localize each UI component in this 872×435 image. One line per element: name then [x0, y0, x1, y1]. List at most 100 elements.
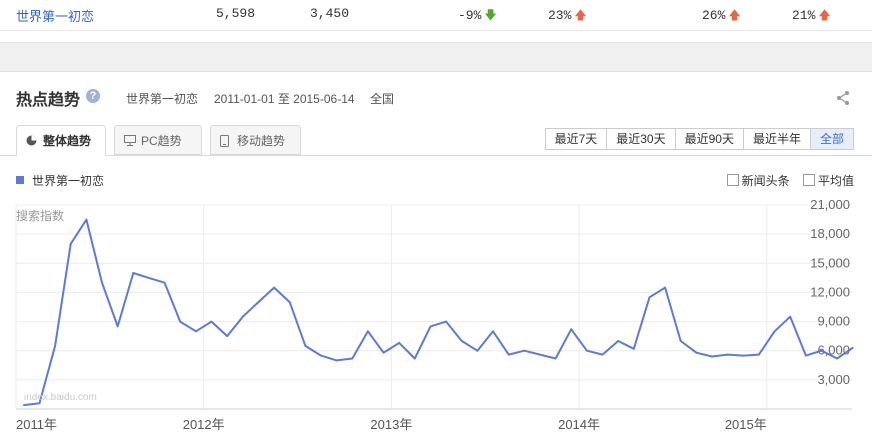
data-point[interactable] [492, 330, 494, 333]
data-point[interactable] [632, 347, 635, 350]
pct-3-text: 26% [702, 8, 726, 23]
data-point[interactable] [586, 349, 588, 352]
data-point[interactable] [398, 342, 401, 344]
data-point[interactable] [429, 325, 432, 328]
data-point[interactable] [22, 404, 25, 406]
data-point[interactable] [241, 315, 244, 318]
data-point[interactable] [570, 328, 573, 331]
data-point[interactable] [726, 353, 729, 356]
data-point[interactable] [648, 296, 651, 299]
watermark: index.baidu.com [24, 392, 97, 403]
data-point[interactable] [554, 357, 557, 360]
arrow-up-icon: 🡅 [574, 8, 587, 22]
data-point[interactable] [210, 320, 213, 323]
data-point[interactable] [617, 340, 620, 342]
range-7d-button[interactable]: 最近7天 [546, 129, 607, 149]
arrow-down-icon: 🡇 [484, 8, 497, 22]
data-point[interactable] [257, 301, 260, 303]
summary-row: 世界第一初恋 5,598 3,450 -9% 🡇 23% 🡅 26% 🡅 21% 🡅 [0, 0, 872, 31]
data-point[interactable] [695, 351, 698, 354]
data-point[interactable] [367, 330, 369, 333]
data-point[interactable] [601, 353, 604, 356]
data-point[interactable] [69, 243, 72, 245]
question-icon[interactable]: ? [86, 89, 100, 103]
data-point[interactable] [179, 320, 182, 323]
data-point[interactable] [226, 335, 229, 337]
data-point[interactable] [288, 301, 291, 303]
data-point[interactable] [851, 346, 854, 349]
average-checkbox-label: 平均值 [817, 174, 854, 188]
data-point[interactable] [539, 353, 541, 356]
data-point[interactable] [85, 218, 88, 221]
data-point[interactable] [805, 354, 807, 357]
data-point[interactable] [711, 355, 713, 358]
data-point[interactable] [304, 345, 307, 347]
pie-icon [26, 135, 37, 146]
summary-pct-3: 26% 🡅 [702, 6, 741, 27]
data-point[interactable] [101, 281, 103, 284]
data-point[interactable] [132, 272, 135, 274]
range-90d-button[interactable]: 最近90天 [674, 129, 743, 149]
section-region: 全国 [370, 92, 395, 106]
data-point[interactable] [163, 281, 166, 284]
tab-baseline [0, 155, 872, 156]
tab-overall[interactable]: 整体趋势 [16, 125, 106, 156]
average-checkbox[interactable]: 平均值 [802, 174, 854, 188]
data-point[interactable] [351, 357, 354, 360]
arrow-up-icon: 🡅 [818, 8, 831, 22]
x-tick-label: 2013年 [370, 417, 412, 432]
data-point[interactable] [320, 354, 322, 357]
data-point[interactable] [54, 345, 56, 347]
summary-pct-4: 21% 🡅 [792, 6, 831, 27]
monitor-icon [124, 135, 136, 146]
data-point[interactable] [273, 286, 275, 289]
data-point[interactable] [664, 286, 666, 289]
y-tick-label: 9,000 [817, 314, 850, 329]
data-point[interactable] [836, 357, 838, 360]
data-point[interactable] [820, 349, 823, 352]
trend-chart[interactable]: 3,0006,0009,00012,00015,00018,00021,0002… [0, 195, 872, 435]
data-point[interactable] [413, 357, 416, 360]
data-point[interactable] [148, 277, 150, 279]
share-icon[interactable] [836, 90, 850, 106]
chart-options: 新闻头条 平均值 [717, 172, 854, 189]
data-point[interactable] [195, 330, 197, 333]
section-keyword: 世界第一初恋 [126, 92, 199, 106]
data-point[interactable] [460, 340, 463, 342]
summary-value-2: 3,450 [310, 6, 350, 21]
range-all-button[interactable]: 全部 [809, 129, 853, 149]
summary-pct-1: -9% 🡇 [458, 6, 497, 27]
data-point[interactable] [758, 353, 760, 356]
tab-overall-label: 整体趋势 [43, 134, 92, 148]
phone-icon [220, 135, 229, 147]
data-point[interactable] [445, 320, 447, 323]
x-tick-label: 2011年 [16, 417, 57, 432]
section-divider [0, 42, 872, 72]
legend-series-name: 世界第一初恋 [32, 174, 105, 188]
chart-legend: 世界第一初恋 [16, 172, 104, 189]
y-tick-label: 21,000 [810, 197, 850, 212]
range-30d-button[interactable]: 最近30天 [606, 129, 674, 149]
pct-2-text: 23% [548, 8, 572, 23]
data-point[interactable] [679, 340, 682, 342]
summary-keyword-link[interactable]: 世界第一初恋 [16, 6, 94, 25]
news-checkbox-box[interactable] [726, 174, 739, 186]
data-point[interactable] [742, 354, 745, 357]
range-halfyear-button[interactable]: 最近半年 [742, 129, 810, 149]
data-point[interactable] [789, 315, 792, 318]
section-title: 热点趋势 [16, 92, 81, 109]
x-tick-label: 2014年 [558, 417, 600, 432]
data-point[interactable] [476, 349, 479, 352]
data-point[interactable] [116, 325, 119, 328]
series-line-世界第一初恋[interactable] [23, 218, 854, 407]
data-point[interactable] [773, 330, 776, 333]
tab-pc[interactable]: PC趋势 [114, 125, 202, 155]
news-checkbox-label: 新闻头条 [741, 174, 790, 188]
average-checkbox-box[interactable] [802, 174, 815, 186]
news-checkbox[interactable]: 新闻头条 [726, 174, 790, 188]
tab-mobile[interactable]: 移动趋势 [210, 125, 301, 155]
data-point[interactable] [523, 349, 526, 352]
data-point[interactable] [507, 353, 510, 356]
data-point[interactable] [382, 351, 385, 354]
data-point[interactable] [335, 359, 338, 362]
